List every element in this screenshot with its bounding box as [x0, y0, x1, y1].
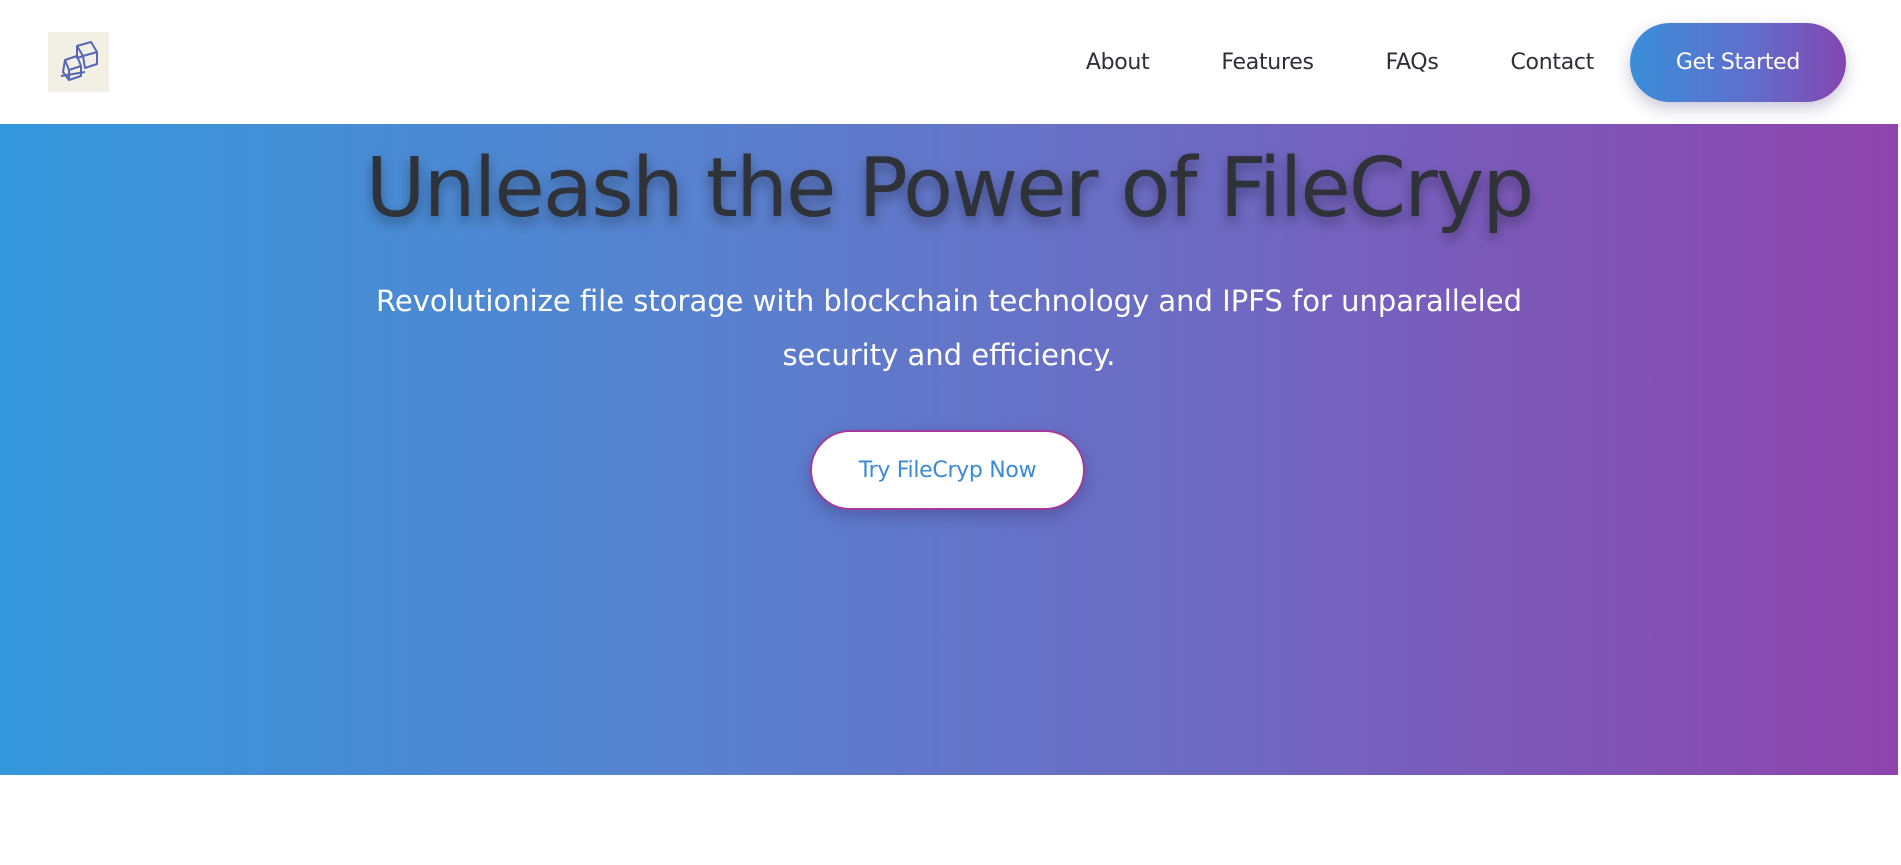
site-header: About Features FAQs Contact Get Started — [0, 0, 1898, 124]
hero-section: Unleash the Power of FileCryp Revolution… — [0, 124, 1898, 775]
hero-subtitle: Revolutionize file storage with blockcha… — [376, 284, 1522, 372]
nav-features[interactable]: Features — [1221, 50, 1314, 75]
nav-contact[interactable]: Contact — [1511, 50, 1595, 75]
nav-about[interactable]: About — [1086, 50, 1150, 75]
main-nav: About Features FAQs Contact Get Started — [1086, 0, 1898, 124]
filecryp-logo-icon — [60, 41, 98, 81]
logo[interactable] — [48, 32, 109, 92]
nav-faqs[interactable]: FAQs — [1386, 50, 1439, 75]
get-started-button[interactable]: Get Started — [1630, 22, 1846, 102]
hero-title: Unleash the Power of FileCryp — [365, 141, 1535, 236]
try-filecryp-button[interactable]: Try FileCryp Now — [810, 430, 1085, 510]
page: About Features FAQs Contact Get Started … — [0, 0, 1901, 865]
